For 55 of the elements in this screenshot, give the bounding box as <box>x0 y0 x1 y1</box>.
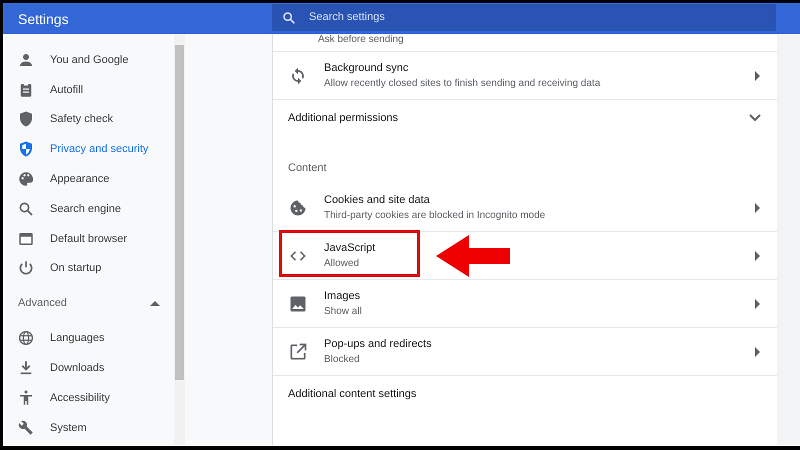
sidebar-item[interactable]: Autofill <box>3 74 174 105</box>
chevron-right-icon <box>755 250 761 260</box>
settings-row[interactable]: Cookies and site data Third-party cookies are blocked in Incognito mode <box>273 184 777 232</box>
shield-icon <box>17 110 35 128</box>
setting-title: Background sync <box>324 62 410 74</box>
cookie-icon <box>288 198 308 218</box>
wrench-icon <box>17 418 35 437</box>
globe-icon <box>17 329 35 348</box>
sidebar-item[interactable]: System <box>3 412 174 443</box>
power-icon <box>17 259 35 278</box>
setting-description: Allowed <box>324 258 360 269</box>
search-field[interactable]: Search settings <box>272 4 776 30</box>
sidebar-item[interactable]: Accessibility <box>3 382 174 413</box>
open-in-new-icon <box>288 342 308 362</box>
sidebar-item[interactable]: Default browser <box>3 224 174 254</box>
chevron-right-icon <box>755 202 761 212</box>
settings-row[interactable]: Additional permissions <box>273 100 777 136</box>
sidebar-item[interactable]: Search engine <box>3 194 174 224</box>
setting-title: Additional permissions <box>288 112 398 124</box>
palette-icon <box>17 170 35 188</box>
setting-description: Allow recently closed sites to finish sending and receiving data <box>324 78 600 89</box>
sidebar-item[interactable]: Downloads <box>3 353 174 383</box>
settings-row[interactable]: JavaScript Allowed <box>273 232 777 280</box>
setting-description: Blocked <box>324 354 361 365</box>
search-icon <box>281 10 297 26</box>
app-title: Settings <box>17 10 70 26</box>
image-icon <box>288 294 308 314</box>
section-label: Advanced <box>18 297 67 310</box>
setting-title: Additional content settings <box>288 388 416 400</box>
setting-title: Cookies and site data <box>324 194 431 206</box>
sidebar-item[interactable]: Safety check <box>3 104 174 134</box>
scrollbar[interactable] <box>174 34 185 446</box>
sidebar-item[interactable]: Privacy and security <box>3 134 174 164</box>
settings-row[interactable]: Pop-ups and redirects Blocked <box>273 328 777 376</box>
sidebar-item[interactable]: You and Google <box>3 45 174 75</box>
chevron-right-icon <box>755 298 761 308</box>
sidebar-item[interactable]: Appearance <box>3 164 174 194</box>
settings-row[interactable]: Additional content settings <box>273 376 777 412</box>
shield-icon <box>17 140 35 158</box>
settings-row[interactable]: Background sync Allow recently closed sites to finish sending and receiving data <box>273 52 777 100</box>
setting-title: Images <box>324 290 362 302</box>
setting-description: Show all <box>324 306 362 317</box>
chevron-right-icon <box>755 70 761 80</box>
section-heading: Content <box>288 162 327 174</box>
setting-title: Pop-ups and redirects <box>324 338 432 350</box>
setting-description: Third-party cookies are blocked in Incognito mode <box>324 210 546 221</box>
settings-row[interactable]: Images Show all <box>273 280 777 328</box>
setting-title: JavaScript <box>324 242 376 254</box>
search-icon <box>17 200 35 218</box>
sidebar-item[interactable]: Languages <box>3 323 174 354</box>
chevron-right-icon <box>755 346 761 356</box>
sidebar-item[interactable]: On startup <box>3 254 174 284</box>
setting-description: Ask before sending <box>318 34 404 45</box>
caret-icon[interactable] <box>150 300 160 306</box>
accessibility-icon <box>17 388 35 407</box>
